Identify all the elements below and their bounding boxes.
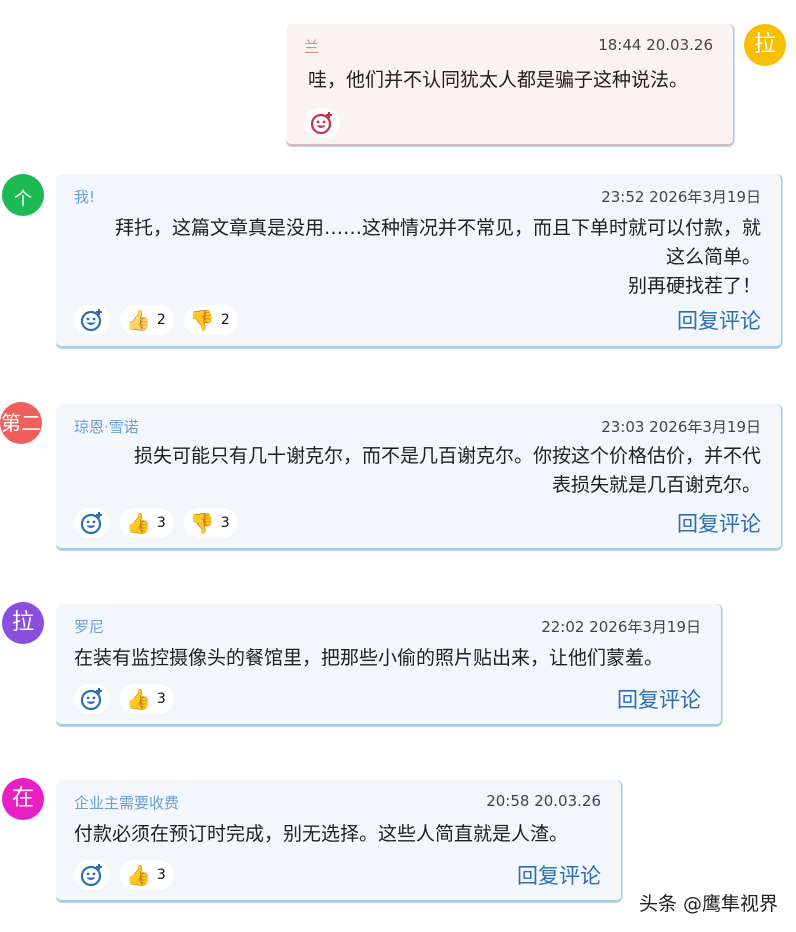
comment-author: 罗尼 (74, 618, 105, 636)
thumbs-up-icon: 👍 (126, 511, 151, 535)
thumbs-down-icon: 👎 (189, 511, 215, 535)
dislike-reaction[interactable]: 👎 2 (183, 305, 238, 335)
comment-card: 我! 23:52 2026年3月19日 拜托，这篇文章真是没用……这种情况并不常… (56, 174, 782, 348)
reply-button[interactable]: 回复评论 (677, 508, 761, 538)
avatar: 拉 (2, 602, 44, 644)
add-reaction-button[interactable] (74, 508, 110, 538)
dislike-count: 3 (220, 515, 230, 531)
comment-time: 22:02 2026年3月19日 (541, 618, 701, 636)
comment-card: 企业主需要收费 20:58 20.03.26 付款必须在预订时完成，别无选择。这… (56, 780, 622, 902)
add-reaction-button[interactable] (74, 305, 110, 335)
comment-text: 损失可能只有几十谢克尔，而不是几百谢克尔。你按这个价格估价，并不代 表损失就是几… (133, 445, 761, 496)
comment-time: 23:03 2026年3月19日 (601, 418, 761, 436)
comment-author: 兰 (304, 38, 320, 56)
like-reaction[interactable]: 👍 2 (120, 305, 174, 335)
add-reaction-button[interactable] (74, 684, 110, 714)
comment-card: 罗尼 22:02 2026年3月19日 在装有监控摄像头的餐馆里，把那些小偷的照… (56, 604, 722, 726)
add-reaction-button[interactable] (74, 860, 110, 890)
like-reaction[interactable]: 👍 3 (120, 860, 174, 890)
thumbs-down-icon: 👎 (189, 308, 215, 332)
comment-time: 18:44 20.03.26 (598, 36, 713, 54)
add-emoji-icon (80, 688, 102, 711)
comment-text: 付款必须在预订时完成，别无选择。这些人简直就是人渣。 (74, 823, 569, 845)
comment-card: 兰 18:44 20.03.26 哇，他们并不认同犹太人都是骗子这种说法。 (286, 24, 734, 146)
reply-button[interactable]: 回复评论 (517, 860, 601, 890)
add-emoji-icon (80, 864, 102, 887)
comment-author: 企业主需要收费 (74, 794, 180, 812)
add-emoji-icon (80, 309, 102, 332)
thumbs-up-icon: 👍 (126, 687, 151, 711)
add-reaction-button[interactable] (304, 108, 340, 138)
like-count: 3 (156, 515, 166, 531)
comment-text: 哇，他们并不认同犹太人都是骗子这种说法。 (308, 69, 689, 91)
like-reaction[interactable]: 👍 3 (120, 684, 174, 714)
comment-text: 在装有监控摄像头的餐馆里，把那些小偷的照片贴出来，让他们蒙羞。 (74, 647, 664, 669)
comment-author: 我! (74, 188, 96, 206)
avatar: 第二 (0, 402, 42, 444)
watermark: 头条 @鹰隼视界 (638, 893, 778, 915)
thumbs-up-icon: 👍 (126, 863, 151, 887)
like-count: 3 (156, 867, 166, 883)
comment-author: 琼恩·雪诺 (74, 418, 139, 436)
dislike-reaction[interactable]: 👎 3 (183, 508, 238, 538)
avatar: 个 (2, 174, 44, 216)
comment-time: 20:58 20.03.26 (486, 792, 601, 810)
dislike-count: 2 (220, 312, 230, 328)
avatar: 拉 (744, 24, 786, 66)
comment-text: 拜托，这篇文章真是没用……这种情况并不常见，而且下单时就可以付款，就 这么简单。… (114, 217, 761, 297)
thumbs-up-icon: 👍 (126, 308, 151, 332)
add-emoji-icon (310, 112, 332, 135)
add-emoji-icon (80, 512, 102, 535)
like-count: 3 (156, 691, 166, 707)
like-count: 2 (156, 312, 166, 328)
reply-button[interactable]: 回复评论 (617, 684, 701, 714)
avatar: 在 (2, 778, 44, 820)
comment-time: 23:52 2026年3月19日 (601, 188, 761, 206)
reply-button[interactable]: 回复评论 (677, 305, 761, 335)
comment-card: 琼恩·雪诺 23:03 2026年3月19日 损失可能只有几十谢克尔，而不是几百… (56, 404, 782, 550)
like-reaction[interactable]: 👍 3 (120, 508, 174, 538)
